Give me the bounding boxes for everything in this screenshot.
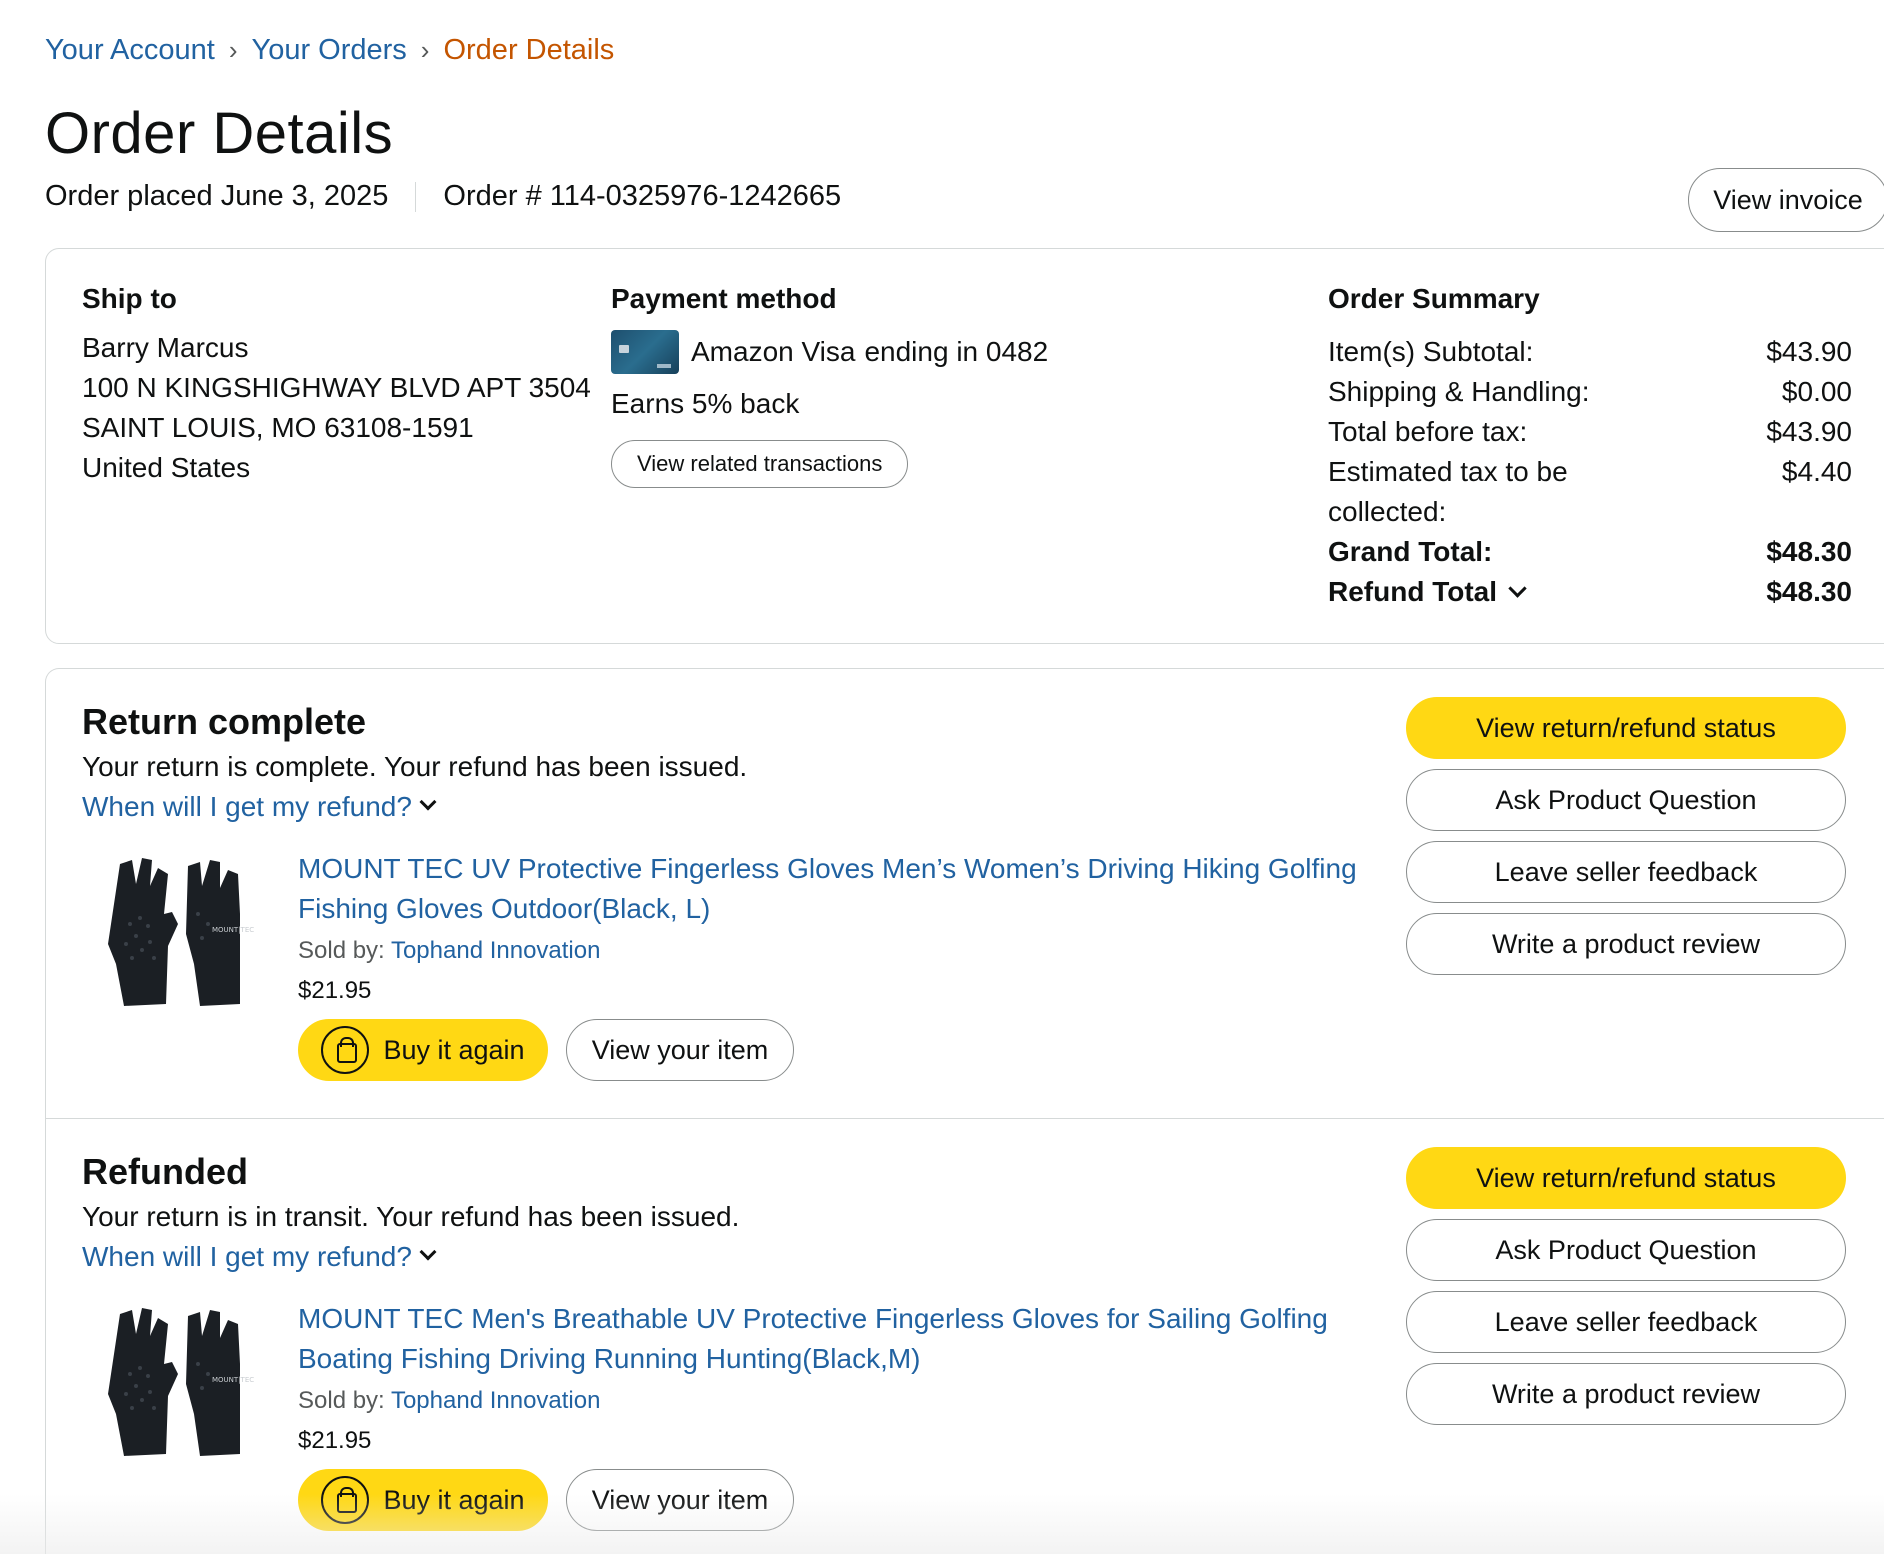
summary-label: Refund Total <box>1328 576 1498 607</box>
breadcrumb-your-orders[interactable]: Your Orders <box>252 34 407 67</box>
buy-it-again-button[interactable]: Buy it again <box>298 1469 548 1531</box>
summary-value: $0.00 <box>1781 376 1852 407</box>
view-your-item-button[interactable]: View your item <box>566 1019 794 1081</box>
ask-product-question-button[interactable]: Ask Product Question <box>1406 1219 1846 1281</box>
leave-seller-feedback-button[interactable]: Leave seller feedback <box>1406 841 1846 903</box>
refund-timing-label: When will I get my refund? <box>82 791 412 822</box>
order-info-box: Ship to Barry Marcus 100 N KINGSHIGHWAY … <box>45 248 1884 644</box>
sold-by-label: Sold by: <box>298 1387 385 1414</box>
shipments-box: Return complete Your return is complete.… <box>45 668 1884 1554</box>
glove-brand-text: MOUNT|TEC <box>212 926 254 934</box>
refund-timing-link[interactable]: When will I get my refund? <box>82 791 437 823</box>
view-related-transactions-button[interactable]: View related transactions <box>611 440 909 488</box>
write-product-review-button[interactable]: Write a product review <box>1406 1363 1846 1425</box>
ship-to-section: Ship to Barry Marcus 100 N KINGSHIGHWAY … <box>82 283 591 488</box>
seller-link[interactable]: Tophand Innovation <box>391 1387 601 1414</box>
summary-row-shipping: Shipping & Handling: $0.00 <box>1328 372 1852 412</box>
glove-brand-text: MOUNT|TEC <box>212 1376 254 1384</box>
summary-value: $48.30 <box>1766 576 1852 607</box>
view-return-refund-status-button[interactable]: View return/refund status <box>1406 697 1846 759</box>
breadcrumb-separator: › <box>228 35 238 65</box>
meta-divider <box>415 181 417 212</box>
summary-value: $43.90 <box>1766 416 1852 447</box>
shipment-status-description: Your return is in transit. Your refund h… <box>82 1201 740 1232</box>
product-price: $21.95 <box>298 1427 372 1454</box>
product-actions: Buy it again View your item <box>298 1469 794 1531</box>
summary-label: Estimated tax to be collected: <box>1328 456 1568 527</box>
summary-value: $4.40 <box>1781 456 1852 487</box>
refund-timing-label: When will I get my refund? <box>82 1241 412 1272</box>
summary-row-total-before-tax: Total before tax: $43.90 <box>1328 412 1852 452</box>
breadcrumb-separator: › <box>420 35 430 65</box>
breadcrumb: Your Account › Your Orders › Order Detai… <box>45 34 614 67</box>
sold-by: Sold by: Tophand Innovation <box>298 937 600 965</box>
breadcrumb-current: Order Details <box>443 34 615 66</box>
refund-total-toggle[interactable]: Refund Total <box>1328 572 1608 612</box>
order-meta: Order placed June 3, 2025 Order # 114-03… <box>45 180 841 213</box>
buy-it-again-label: Buy it again <box>383 1484 525 1515</box>
ship-to-country: United States <box>82 452 251 483</box>
payment-card-ending: ending in 0482 <box>864 336 1049 367</box>
refund-timing-link[interactable]: When will I get my refund? <box>82 1241 437 1273</box>
ship-to-address-line2: SAINT LOUIS, MO 63108-1591 <box>82 412 474 443</box>
summary-label: Shipping & Handling: <box>1328 376 1590 407</box>
payment-rewards-text: Earns 5% back <box>611 388 800 419</box>
view-invoice-button[interactable]: View invoice <box>1688 168 1884 232</box>
leave-seller-feedback-button[interactable]: Leave seller feedback <box>1406 1291 1846 1353</box>
summary-label: Total before tax: <box>1328 416 1528 447</box>
product-price: $21.95 <box>298 977 372 1004</box>
order-placed-date: Order placed June 3, 2025 <box>45 180 389 212</box>
payment-method-heading: Payment method <box>611 283 837 314</box>
shipment-card: Return complete Your return is complete.… <box>46 669 1884 1119</box>
credit-card-icon <box>611 330 679 374</box>
ship-to-name: Barry Marcus <box>82 332 249 363</box>
payment-card-row: Amazon Visa ending in 0482 <box>611 330 1048 374</box>
summary-value: $43.90 <box>1766 336 1852 367</box>
shipment-actions: View return/refund status Ask Product Qu… <box>1406 697 1846 975</box>
product-title-link[interactable]: MOUNT TEC UV Protective Fingerless Glove… <box>298 849 1418 929</box>
ship-to-address-line1: 100 N KINGSHIGHWAY BLVD APT 3504 <box>82 372 591 403</box>
summary-label: Item(s) Subtotal: <box>1328 336 1534 367</box>
payment-method-section: Payment method Amazon Visa ending in 048… <box>611 283 1048 488</box>
seller-link[interactable]: Tophand Innovation <box>391 937 601 964</box>
summary-label: Grand Total: <box>1328 536 1493 567</box>
buy-it-again-button[interactable]: Buy it again <box>298 1019 548 1081</box>
product-image[interactable]: MOUNT|TEC <box>90 1304 260 1469</box>
page-title: Order Details <box>45 101 394 166</box>
buy-it-again-label: Buy it again <box>383 1034 525 1065</box>
payment-card-name: Amazon Visa <box>691 336 856 367</box>
chevron-down-icon <box>1508 579 1527 598</box>
buy-again-icon <box>321 1476 370 1524</box>
order-number: Order # 114-0325976-1242665 <box>443 180 842 212</box>
write-product-review-button[interactable]: Write a product review <box>1406 913 1846 975</box>
ship-to-heading: Ship to <box>82 283 177 314</box>
summary-row-tax: Estimated tax to be collected: $4.40 <box>1328 452 1852 532</box>
summary-value: $48.30 <box>1766 536 1852 567</box>
ask-product-question-button[interactable]: Ask Product Question <box>1406 769 1846 831</box>
order-summary-section: Order Summary Item(s) Subtotal: $43.90 S… <box>1328 283 1852 612</box>
product-actions: Buy it again View your item <box>298 1019 794 1081</box>
shipment-status-description: Your return is complete. Your refund has… <box>82 751 748 782</box>
order-details-page: Your Account › Your Orders › Order Detai… <box>0 0 1884 1554</box>
summary-row-refund-total[interactable]: Refund Total $48.30 <box>1328 572 1852 612</box>
summary-row-subtotal: Item(s) Subtotal: $43.90 <box>1328 332 1852 372</box>
sold-by: Sold by: Tophand Innovation <box>298 1387 600 1415</box>
breadcrumb-your-account[interactable]: Your Account <box>45 34 215 67</box>
product-image[interactable]: MOUNT|TEC <box>90 854 260 1019</box>
chevron-down-icon <box>419 1243 437 1261</box>
shipment-actions: View return/refund status Ask Product Qu… <box>1406 1147 1846 1425</box>
shipment-status-title: Return complete <box>82 701 367 742</box>
shipment-card: Refunded Your return is in transit. Your… <box>46 1119 1884 1554</box>
view-your-item-button[interactable]: View your item <box>566 1469 794 1531</box>
product-title-link[interactable]: MOUNT TEC Men's Breathable UV Protective… <box>298 1299 1418 1379</box>
buy-again-icon <box>321 1026 370 1074</box>
view-return-refund-status-button[interactable]: View return/refund status <box>1406 1147 1846 1209</box>
summary-row-grand-total: Grand Total: $48.30 <box>1328 532 1852 572</box>
sold-by-label: Sold by: <box>298 937 385 964</box>
chevron-down-icon <box>419 793 437 811</box>
order-summary-heading: Order Summary <box>1328 283 1540 314</box>
shipment-status-title: Refunded <box>82 1151 248 1192</box>
